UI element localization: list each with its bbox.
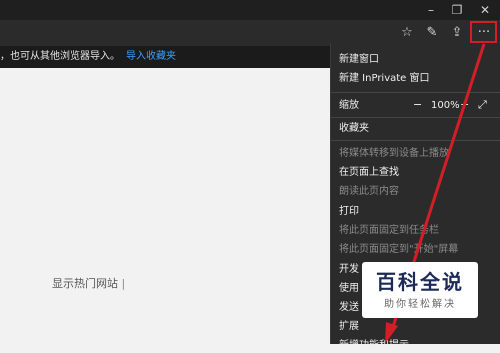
pen-icon[interactable]: ✎ <box>421 23 443 43</box>
zoom-in-button[interactable]: + <box>460 98 469 112</box>
menu-new-inprivate[interactable]: 新建 InPrivate 窗口 <box>339 72 430 86</box>
menu-whats-new[interactable]: 新增功能和提示 <box>339 339 409 353</box>
menu-zoom-label: 缩放 <box>339 100 359 111</box>
top-sites-label: 显示热门网站 <box>52 277 118 290</box>
menu-cast-media[interactable]: 将媒体转移到设备上播放 <box>339 147 449 161</box>
page-content: 显示热门网站 | <box>0 68 330 344</box>
menu-send-feedback[interactable]: 发送 <box>339 301 359 315</box>
favorites-bar: ，也可从其他浏览器导入。 导入收藏夹 <box>0 46 330 68</box>
menu-print[interactable]: 打印 <box>339 205 359 219</box>
menu-divider <box>331 92 500 93</box>
menu-pin-taskbar[interactable]: 将此页面固定到任务栏 <box>339 224 439 238</box>
watermark-logo: 百科全说 助你轻松解决 <box>362 262 478 318</box>
menu-find-on-page[interactable]: 在页面上查找 <box>339 166 399 180</box>
menu-use-ie[interactable]: 使用 <box>339 282 359 296</box>
menu-divider <box>331 117 500 118</box>
close-icon[interactable]: ✕ <box>472 0 498 20</box>
minimize-icon[interactable]: – <box>418 0 444 20</box>
title-bar: – ❐ ✕ <box>0 0 500 20</box>
watermark-subtitle: 助你轻松解决 <box>384 299 456 310</box>
restore-icon[interactable]: ❐ <box>444 0 470 20</box>
fullscreen-icon[interactable]: ⤢ <box>478 98 487 112</box>
menu-developer-tools[interactable]: 开发 <box>339 263 359 277</box>
top-sites-toggle[interactable]: 显示热门网站 | <box>52 275 125 291</box>
menu-divider <box>331 140 500 141</box>
favorites-icon[interactable]: ☆ <box>396 23 418 43</box>
menu-read-aloud[interactable]: 朗读此页内容 <box>339 185 399 199</box>
more-button-highlight <box>470 21 497 43</box>
menu-new-window[interactable]: 新建窗口 <box>339 53 379 67</box>
share-icon[interactable]: ⇪ <box>446 23 468 43</box>
favbar-text: ，也可从其他浏览器导入。 <box>0 51 120 62</box>
menu-favorites[interactable]: 收藏夹 <box>339 122 369 136</box>
import-favorites-link[interactable]: 导入收藏夹 <box>126 51 176 62</box>
zoom-out-button[interactable]: − <box>413 98 422 112</box>
menu-extensions[interactable]: 扩展 <box>339 320 359 334</box>
menu-pin-start[interactable]: 将此页面固定到"开始"屏幕 <box>339 243 458 257</box>
watermark-title: 百科全说 <box>376 270 464 294</box>
zoom-value: 100% <box>431 100 460 111</box>
